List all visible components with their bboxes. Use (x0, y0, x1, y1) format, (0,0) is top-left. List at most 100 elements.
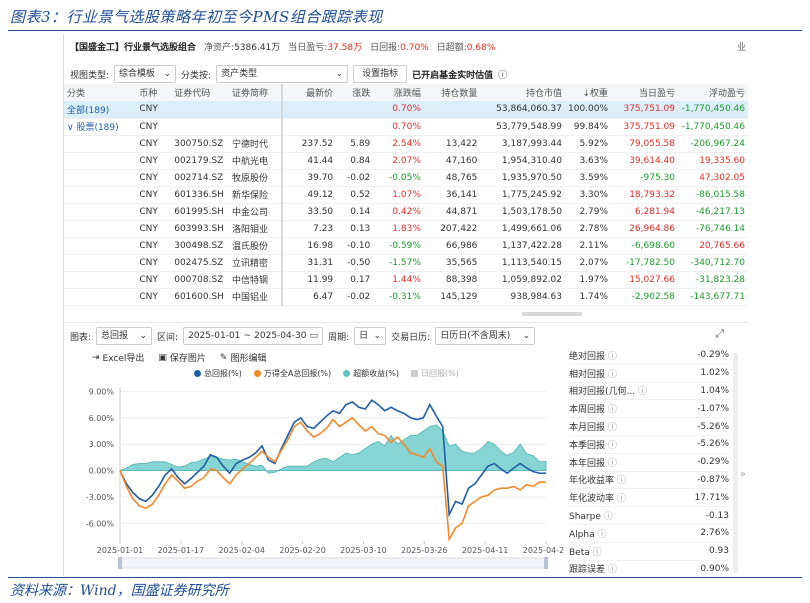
column-header[interactable]: 浮动盈亏 (678, 84, 748, 101)
table-row[interactable]: CNY 601600.SH 中国铝业 6.47 -0.02 -0.31% 145,129 93… (64, 288, 748, 306)
chevron-down-icon: ⌄ (335, 69, 344, 79)
column-header[interactable]: 币种 (136, 84, 172, 101)
expand-icon[interactable]: ⤢ (715, 327, 724, 341)
table-row[interactable]: CNY 300498.SZ 温氏股份 16.98 -0.10 -0.59% 66,986 1,… (64, 237, 748, 255)
stat-row: Sharpe ⓘ -0.13 (569, 507, 729, 525)
column-header[interactable]: 涨跌 (336, 84, 374, 101)
column-header[interactable]: 最新价 (281, 84, 337, 101)
legend-benchmark[interactable]: 万得全A总回报(%) (253, 368, 331, 379)
help-icon[interactable]: ⓘ (635, 387, 647, 397)
cell-cat (64, 135, 137, 153)
help-icon[interactable]: ⓘ (605, 459, 617, 469)
group-by-select[interactable]: 资产类型 ⌄ (216, 65, 349, 83)
column-header[interactable]: 持仓市值 (480, 84, 565, 101)
figure-caption: 图表3：行业景气选股策略年初至今PMS组合跟踪表现 (10, 8, 383, 26)
cell-qty: 207,422 (423, 220, 481, 238)
table-row[interactable]: CNY 601336.SH 新华保险 49.12 0.52 1.07% 36,141 1,77… (64, 186, 748, 204)
help-icon[interactable]: ⓘ (605, 441, 617, 451)
cell-price: 237.52 (281, 135, 337, 153)
cell-code: 002475.SZ (171, 254, 229, 272)
help-icon[interactable]: ⓘ (601, 512, 613, 522)
stat-name: 本月回报 (569, 423, 606, 434)
help-icon[interactable]: ⓘ (614, 494, 626, 504)
column-header[interactable]: 证券代码 (171, 84, 229, 101)
cell-code: 601336.SH (171, 186, 229, 204)
settings-button[interactable]: 设置指标 (353, 65, 408, 83)
help-icon[interactable]: ⓘ (605, 352, 617, 362)
legend-daily[interactable]: 日回报(%) (411, 368, 459, 379)
chevron-down-icon: ⌄ (373, 331, 382, 341)
day-excess-value: 0.68% (466, 42, 496, 53)
table-row[interactable]: CNY 000708.SZ 中信特钢 11.99 0.17 1.44% 88,398 1,05… (64, 271, 748, 289)
range-handle-left[interactable] (118, 557, 122, 569)
return-chart[interactable]: 9.00% 6.00% 3.00% 0.00% -3.00% -6.00% 2025-01-… (64, 379, 564, 576)
view-type-select[interactable]: 综合模板 ⌄ (114, 65, 177, 83)
legend-total[interactable]: 总回报(%) (194, 368, 242, 379)
caption-divider (8, 30, 802, 31)
header-more[interactable]: 业 (737, 40, 746, 53)
help-icon[interactable]: ⓘ (605, 423, 617, 433)
portfolio-title[interactable]: 【国盛金工】行业景气选股组合 (70, 40, 196, 53)
table-row[interactable]: 全部(189) CNY 0.70% 53,864,060.37 100.00% 375,7… (64, 101, 748, 119)
series-excess-area[interactable] (119, 424, 547, 474)
help-icon[interactable]: ⓘ (614, 476, 626, 486)
help-icon[interactable]: ⓘ (605, 405, 617, 415)
excel-export-button[interactable]: ⇥ Excel导出 (92, 351, 144, 365)
cell-qty (423, 101, 481, 119)
table-row[interactable]: CNY 601995.SH 中金公司 33.50 0.14 0.42% 44,871 1,50… (64, 203, 748, 221)
edit-chart-button[interactable]: ✎ 图形编辑 (220, 351, 267, 365)
series-benchmark-line[interactable] (119, 416, 547, 542)
column-header[interactable]: 分类 (64, 84, 137, 101)
column-header[interactable]: 证券简称 (229, 84, 283, 101)
range-handle-right[interactable] (544, 557, 548, 569)
table-row[interactable]: CNY 002475.SZ 立讯精密 31.31 -0.50 -1.57% 35,565 1,… (64, 254, 748, 272)
stat-label-group: 相对回报 ⓘ (569, 367, 617, 380)
range-slider[interactable] (119, 557, 547, 569)
date-range-picker[interactable]: 2025-01-01 ~ 2025-04-30 ▭ (183, 327, 324, 345)
calendar-type-select[interactable]: 日历日(不含周末) ⌄ (435, 327, 536, 345)
chart-type-select[interactable]: 总回报 ⌄ (96, 327, 153, 345)
column-header[interactable]: 涨跌幅 (373, 84, 424, 101)
column-header[interactable]: ↓权重 (565, 84, 612, 101)
table-row[interactable]: CNY 002179.SZ 中航光电 41.44 0.84 2.07% 47,160 1,95… (64, 152, 748, 170)
cell-mv: 53,864,060.37 (480, 101, 565, 119)
stat-name: 绝对回报 (569, 351, 606, 362)
cell-name: 宁德时代 (229, 135, 283, 153)
table-row[interactable]: CNY 300750.SZ 宁德时代 237.52 5.89 2.54% 13,422 3,1… (64, 135, 748, 153)
cell-pnl: 15,027.66 (611, 271, 678, 289)
save-image-button[interactable]: ▣ 保存图片 (158, 351, 206, 365)
calendar-icon: ▭ (309, 331, 319, 341)
cell-pct: -0.59% (373, 237, 424, 255)
help-icon[interactable]: ⓘ (605, 370, 617, 380)
period-select[interactable]: 日 ⌄ (354, 327, 387, 345)
view-type-label: 视图类型: (70, 70, 110, 81)
cell-pct: 1.07% (373, 186, 424, 204)
stats-scrollbar[interactable] (733, 353, 738, 573)
export-icon: ⇥ (92, 352, 100, 363)
info-icon[interactable]: ⓘ (498, 68, 507, 81)
help-icon[interactable]: ⓘ (605, 565, 617, 575)
cell-pct: 2.54% (373, 135, 424, 153)
column-header[interactable]: 持仓数量 (423, 84, 481, 101)
cell-qty: 13,422 (423, 135, 481, 153)
table-row[interactable]: CNY 603993.SH 洛阳钼业 7.23 0.13 1.83% 207,422 1,49… (64, 220, 748, 238)
help-icon[interactable]: ⓘ (590, 548, 602, 558)
cell-code: 300498.SZ (171, 237, 229, 255)
table-scrollbar[interactable] (522, 312, 582, 316)
table-row[interactable]: ∨ 股票(189) CNY 0.70% 53,779,548.99 99.84% 375,… (64, 118, 748, 136)
cell-pct: 0.42% (373, 203, 424, 221)
legend-excess[interactable]: 超额收益(%) (343, 368, 399, 379)
cell-code: 603993.SH (171, 220, 229, 238)
column-header[interactable]: 当日盈亏 (611, 84, 678, 101)
cell-chg: 0.14 (336, 203, 374, 221)
period-value: 日 (359, 331, 369, 341)
table-row[interactable]: CNY 002714.SZ 牧原股份 39.70 -0.02 -0.05% 48,765 1,… (64, 169, 748, 187)
cell-w: 5.92% (565, 135, 612, 153)
help-icon[interactable]: ⓘ (595, 530, 606, 540)
stat-name: Alpha (569, 529, 595, 540)
cell-cur: CNY (136, 220, 172, 238)
cell-mv: 1,503,178.50 (480, 203, 565, 221)
range-label: 区间: (157, 332, 179, 343)
chevron-right-icon[interactable]: » (740, 469, 746, 480)
cell-w: 2.79% (565, 203, 612, 221)
